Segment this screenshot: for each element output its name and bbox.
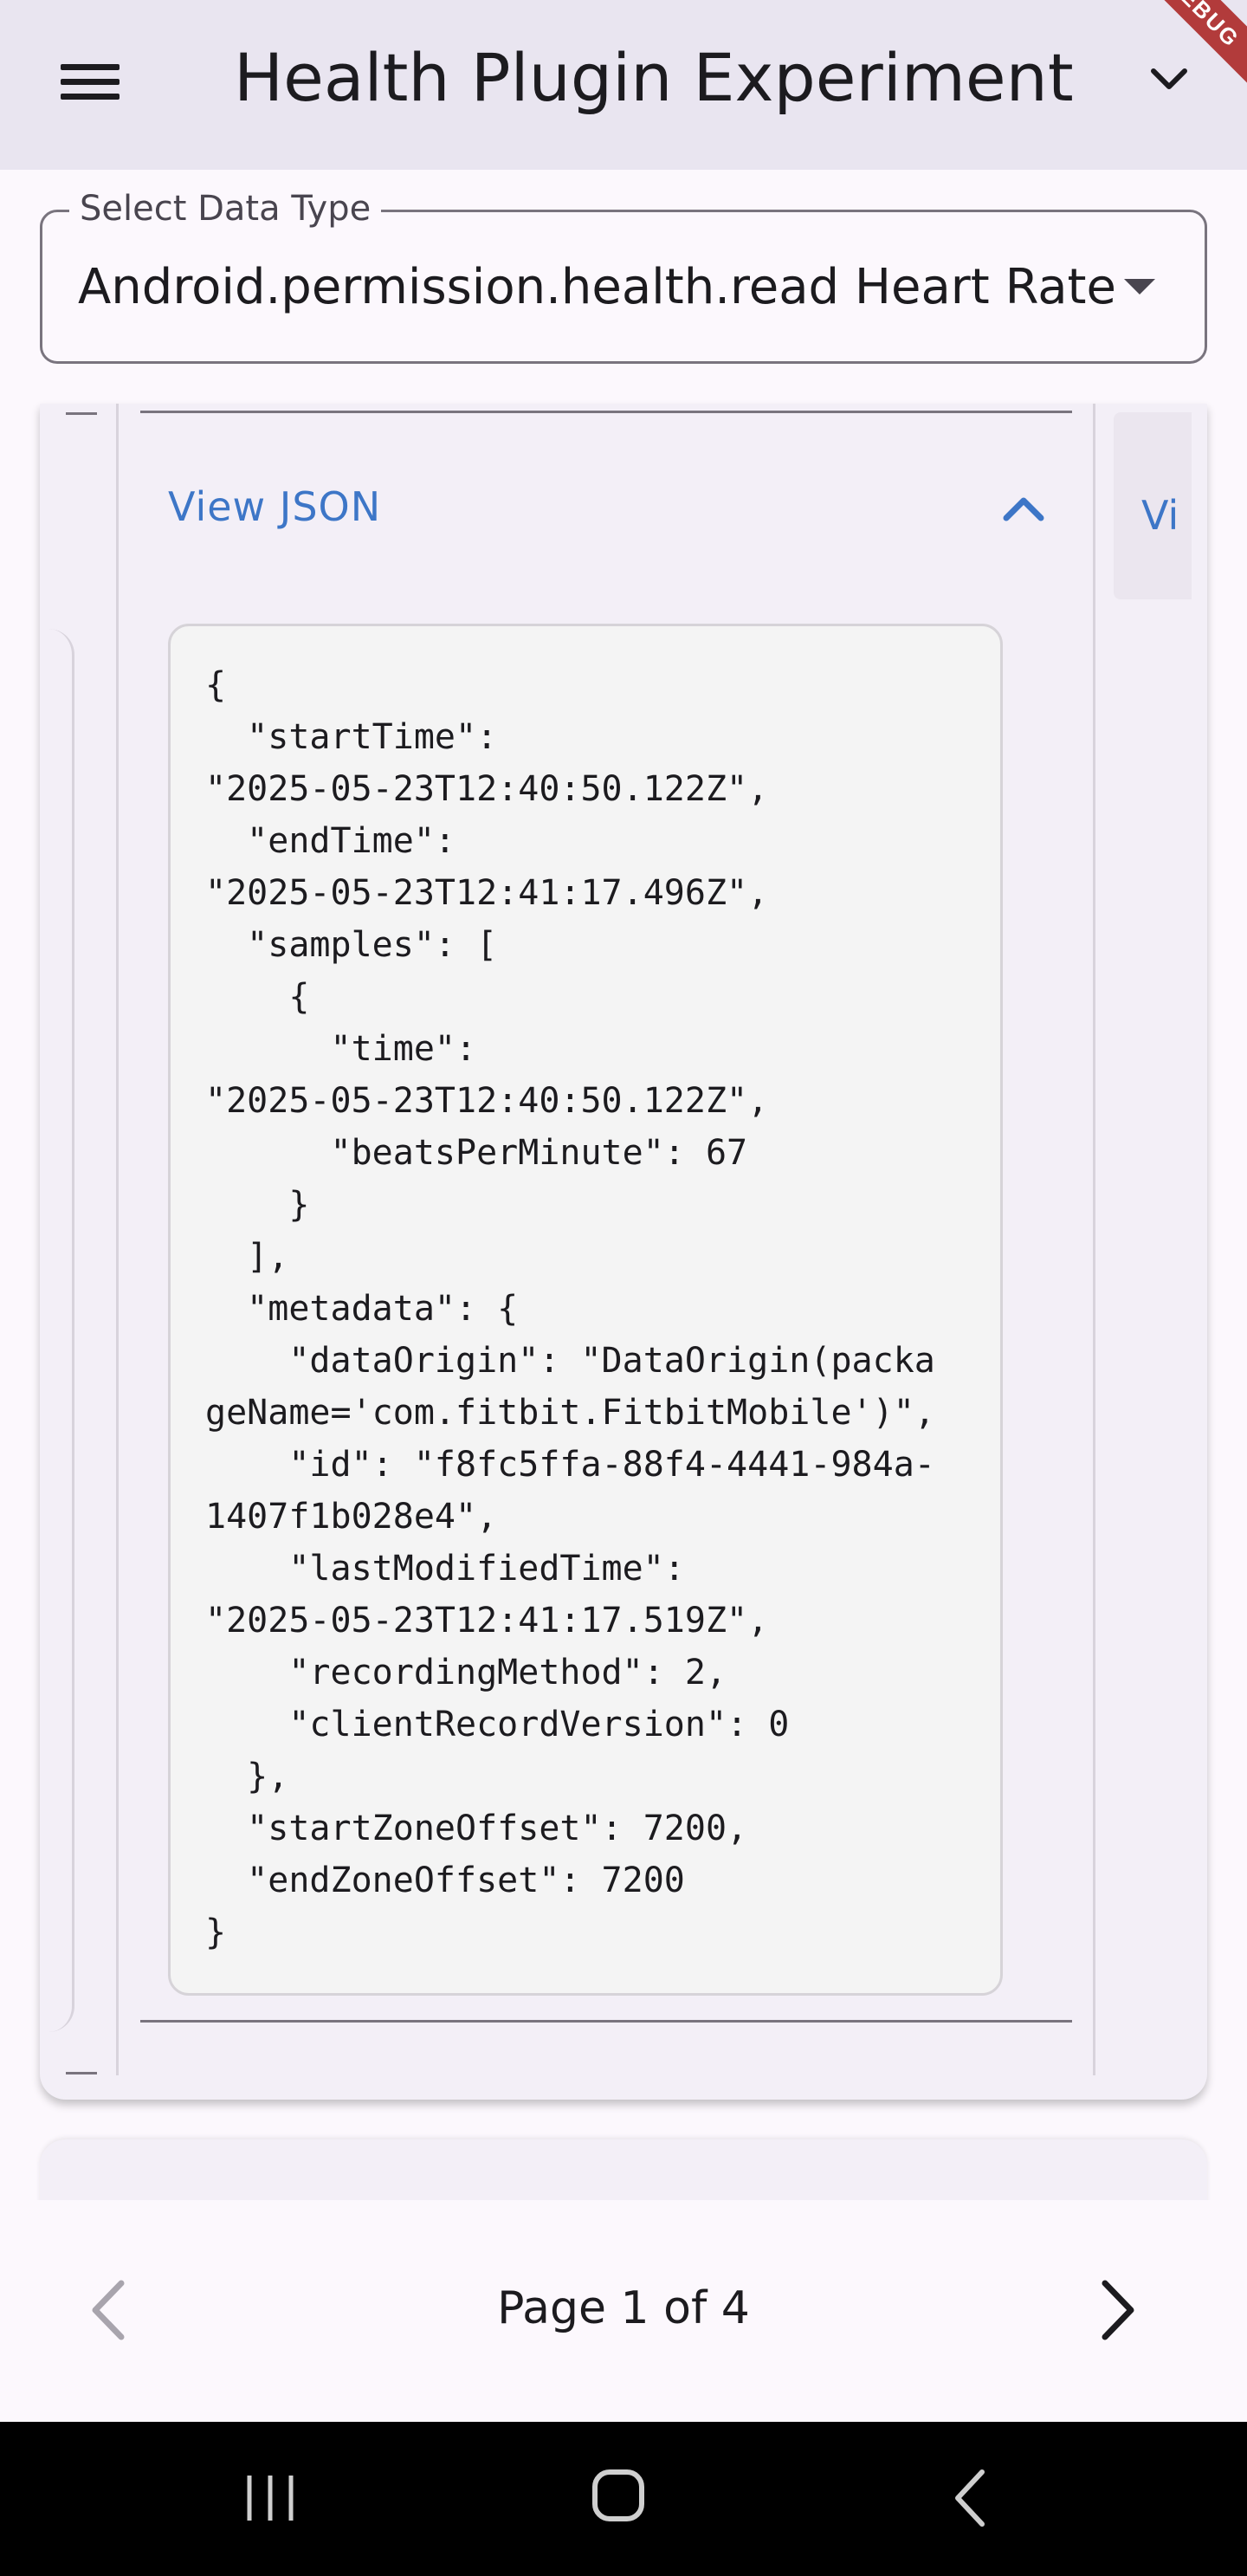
home-icon[interactable] bbox=[592, 2469, 644, 2521]
chevron-right-icon[interactable] bbox=[1091, 2271, 1143, 2349]
json-line: "metadata": { bbox=[205, 1289, 519, 1329]
json-line: { bbox=[205, 977, 310, 1017]
chevron-up-icon bbox=[1003, 497, 1044, 521]
select-label: Select Data Type bbox=[69, 187, 382, 230]
divider bbox=[116, 404, 119, 2075]
view-json-label: View JSON bbox=[168, 483, 382, 530]
json-line: "2025-05-23T12:41:17.519Z", bbox=[205, 1601, 769, 1641]
json-line: }, bbox=[205, 1757, 289, 1796]
json-line: ], bbox=[205, 1237, 289, 1277]
divider bbox=[66, 2072, 97, 2074]
json-line: "endTime": bbox=[205, 821, 456, 861]
json-line: "lastModifiedTime": bbox=[205, 1549, 685, 1589]
json-line: "id": "f8fc5ffa-88f4-4441-984a- bbox=[205, 1445, 935, 1485]
json-line: } bbox=[205, 1185, 310, 1225]
json-line: "2025-05-23T12:40:50.122Z", bbox=[205, 1081, 769, 1121]
json-viewer: { "startTime": "2025-05-23T12:40:50.122Z"… bbox=[168, 624, 1003, 1996]
recents-icon[interactable] bbox=[244, 2472, 296, 2524]
data-type-select[interactable]: Select Data Type Android.permission.heal… bbox=[40, 187, 1207, 364]
chevron-down-icon[interactable] bbox=[1143, 54, 1195, 106]
json-line: { bbox=[205, 665, 227, 705]
json-line: } bbox=[205, 1913, 227, 1952]
system-nav-bar bbox=[0, 2422, 1247, 2576]
select-value: Android.permission.health.read Heart Rat… bbox=[78, 259, 1116, 315]
json-line: "dataOrigin": "DataOrigin(packa bbox=[205, 1341, 935, 1381]
json-line: "endZoneOffset": 7200 bbox=[205, 1861, 685, 1900]
json-line: "time": bbox=[205, 1029, 477, 1069]
record-card: View JSON Vi { "startTime": "2025-05-23T1… bbox=[40, 404, 1207, 2100]
app-title: Health Plugin Experiment bbox=[234, 39, 1074, 116]
divider bbox=[1093, 404, 1095, 2075]
page-indicator: Page 1 of 4 bbox=[497, 2282, 750, 2334]
json-line: geName='com.fitbit.FitbitMobile')", bbox=[205, 1393, 935, 1433]
json-line: "startZoneOffset": 7200, bbox=[205, 1809, 748, 1848]
previous-panel-edge bbox=[40, 629, 74, 2032]
view-json-toggle[interactable]: View JSON bbox=[140, 456, 1072, 560]
pager: Page 1 of 4 bbox=[0, 2200, 1247, 2422]
json-line: "clientRecordVersion": 0 bbox=[205, 1705, 790, 1744]
json-line: "2025-05-23T12:40:50.122Z", bbox=[205, 769, 769, 809]
json-line: "2025-05-23T12:41:17.496Z", bbox=[205, 873, 769, 913]
back-icon[interactable] bbox=[949, 2467, 991, 2529]
divider bbox=[140, 411, 1072, 413]
json-line: "startTime": bbox=[205, 717, 498, 757]
dropdown-arrow-icon bbox=[1124, 279, 1155, 294]
next-record-stub[interactable]: Vi bbox=[1114, 412, 1192, 599]
divider bbox=[66, 412, 97, 415]
next-view-json-label: Vi bbox=[1141, 492, 1179, 539]
json-line: "beatsPerMinute": 67 bbox=[205, 1133, 748, 1173]
app-bar: Health Plugin Experiment DEBUG bbox=[0, 0, 1247, 170]
next-record-card bbox=[40, 2139, 1207, 2209]
menu-icon[interactable] bbox=[52, 50, 130, 113]
divider bbox=[140, 2020, 1072, 2023]
json-line: "recordingMethod": 2, bbox=[205, 1653, 727, 1693]
json-line: "samples": [ bbox=[205, 925, 498, 965]
json-line: 1407f1b028e4", bbox=[205, 1497, 498, 1537]
json-content: { "startTime": "2025-05-23T12:40:50.122Z"… bbox=[205, 659, 1000, 1958]
